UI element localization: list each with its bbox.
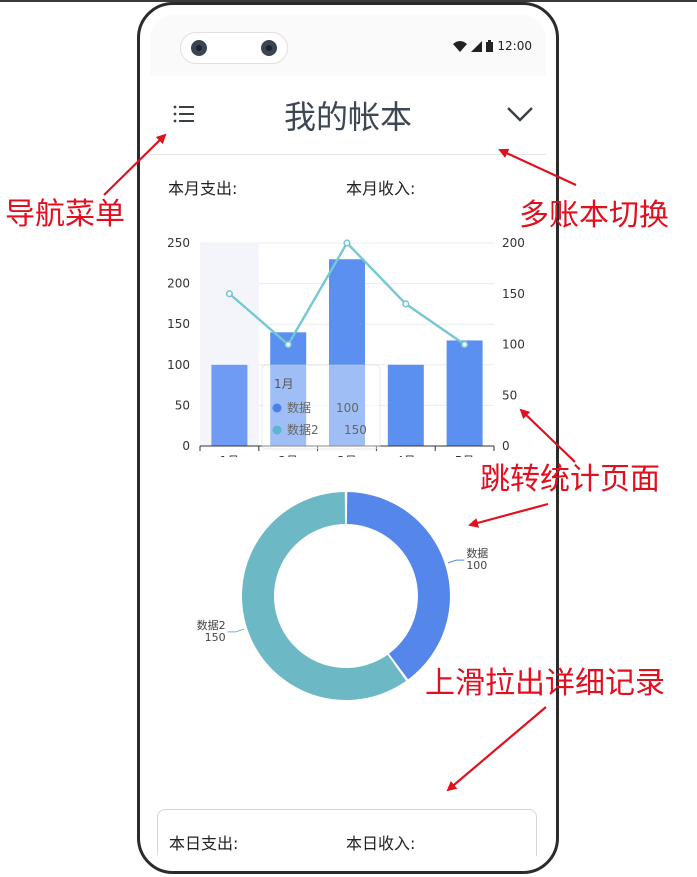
annotation-arrows [103,133,577,792]
arrow-nav-menu [103,133,167,196]
arrow-donut [468,502,549,528]
arrow-multi-book [498,148,577,186]
arrow-swipe-up [446,706,547,792]
arrow-chart [519,408,576,463]
